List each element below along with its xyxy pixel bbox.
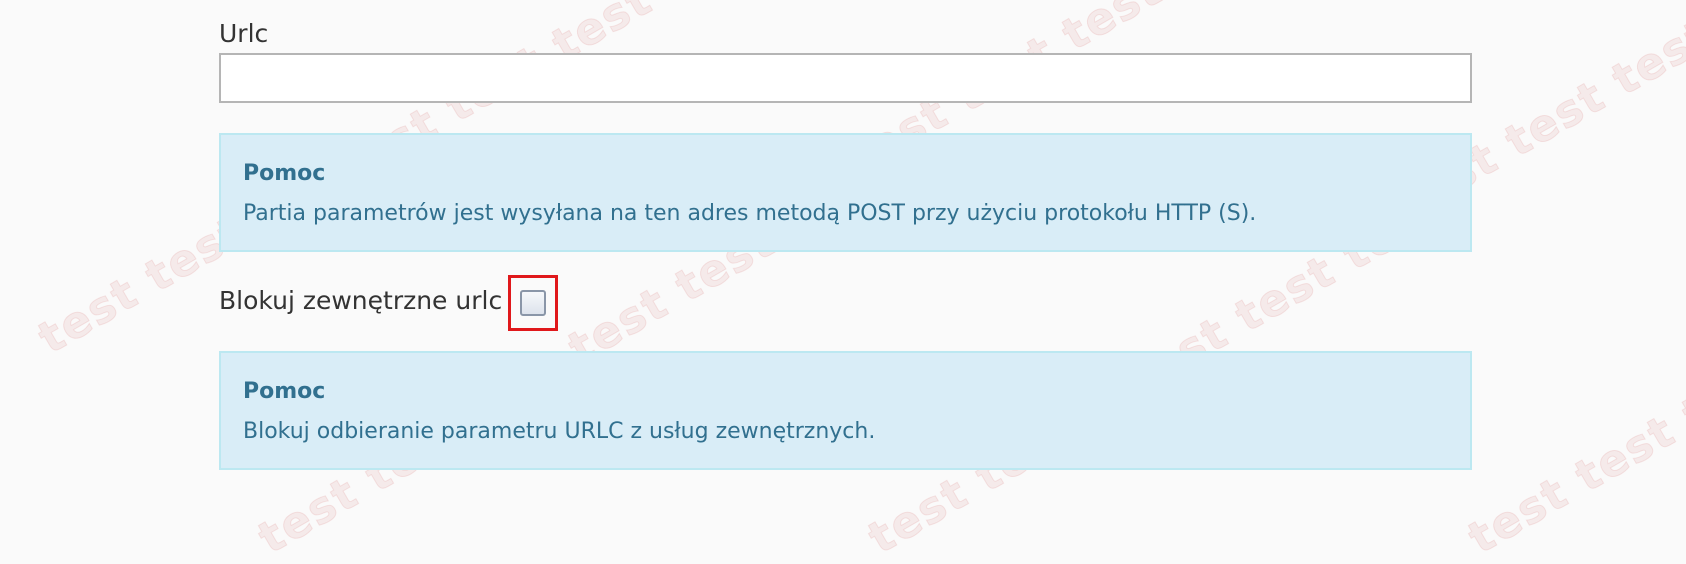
block-external-urlc-label: Blokuj zewnętrzne urlc (219, 286, 503, 315)
urlc-field-label: Urlc (219, 19, 269, 48)
help-box-urlc: Pomoc Partia parametrów jest wysyłana na… (219, 133, 1472, 252)
watermark-text: test test test (1460, 343, 1686, 564)
urlc-input[interactable] (219, 53, 1472, 103)
help-text: Partia parametrów jest wysyłana na ten a… (243, 201, 1257, 226)
help-text: Blokuj odbieranie parametru URLC z usług… (243, 419, 876, 444)
block-external-urlc-row: Blokuj zewnętrzne urlc (219, 272, 559, 334)
checkbox-highlight-frame (508, 275, 559, 331)
help-title: Pomoc (243, 161, 326, 186)
block-external-urlc-checkbox[interactable] (520, 290, 547, 316)
help-title: Pomoc (243, 379, 326, 404)
help-box-block-external: Pomoc Blokuj odbieranie parametru URLC z… (219, 351, 1472, 470)
